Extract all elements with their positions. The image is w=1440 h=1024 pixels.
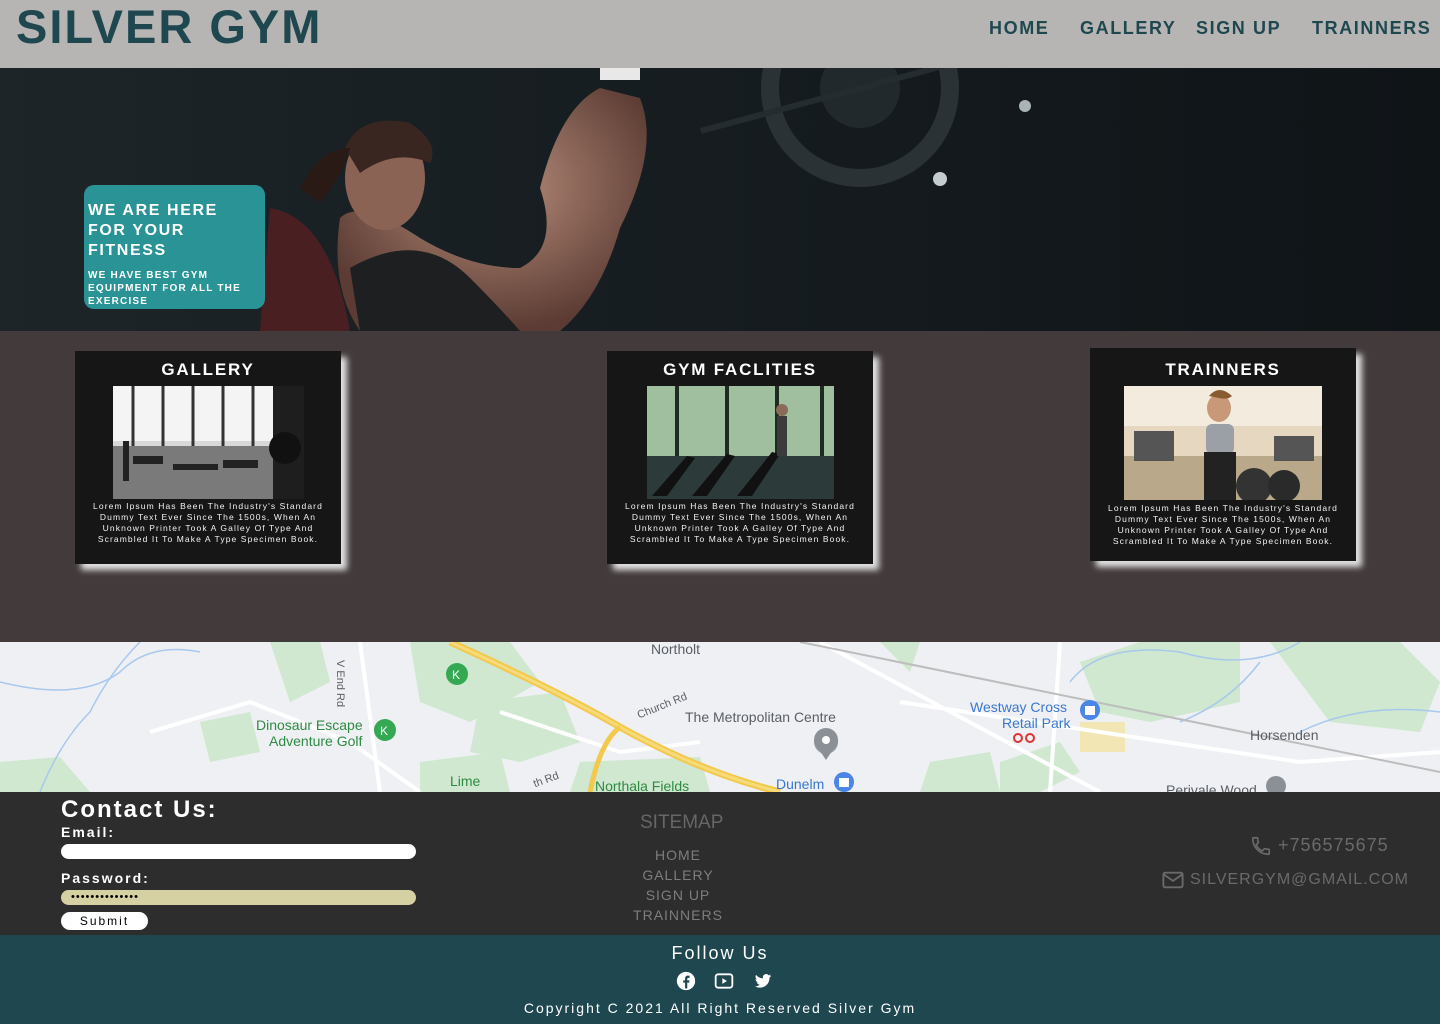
map-label-end-rd: V End Rd — [334, 660, 346, 708]
sitemap-link-home[interactable]: HOME — [578, 847, 778, 863]
svg-text:K: K — [380, 724, 388, 738]
features-section: GALLERY Lorem Ipsum Has Been The Industr… — [0, 331, 1440, 642]
phone-number: +756575675 — [1278, 835, 1389, 855]
nav-links: HOME GALLERY SIGN UP TRAINNERS — [0, 17, 1440, 41]
password-label: Password: — [61, 870, 150, 886]
map-label-horsenden: Horsenden — [1250, 727, 1319, 743]
hero-title: WE ARE HERE FOR YOUR FITNESS — [88, 202, 218, 259]
map-label-metropolitan: The Metropolitan Centre — [685, 709, 836, 725]
contact-footer: Contact Us: Email: Password: •••••••••••… — [0, 792, 1440, 935]
sitemap-link-gallery[interactable]: GALLERY — [578, 867, 778, 883]
map-label-lime: Lime — [450, 773, 481, 789]
email-info[interactable]: SILVERGYM@GMAIL.COM — [1162, 870, 1409, 890]
gallery-image — [112, 386, 304, 499]
hero-subtitle: WE HAVE BEST GYM EQUIPMENT FOR ALL THE E… — [88, 270, 241, 307]
map-label-northolt: Northolt — [651, 642, 701, 657]
youtube-icon[interactable] — [714, 971, 734, 991]
map-label-retail-park: Retail Park — [1002, 715, 1071, 731]
feature-card-trainners[interactable]: TRAINNERS Lorem Ipsum Has Been The Indus… — [1090, 348, 1356, 561]
svg-text:K: K — [452, 668, 460, 682]
feature-title: GYM FACLITIES — [663, 360, 817, 379]
feature-text: Lorem Ipsum Has Been The Industry's Stan… — [625, 501, 855, 544]
map-label-northala: Northala Fields — [595, 778, 690, 792]
map-pin-icon — [814, 728, 839, 760]
map-label-dunelm: Dunelm — [776, 776, 825, 792]
facebook-icon[interactable] — [676, 971, 696, 991]
hero-card: WE ARE HERE FOR YOUR FITNESS WE HAVE BES… — [84, 185, 265, 309]
top-navbar: SILVER GYM HOME GALLERY SIGN UP TRAINNER… — [0, 0, 1440, 68]
sitemap-link-trainners[interactable]: TRAINNERS — [578, 907, 778, 923]
sitemap-link-signup[interactable]: SIGN UP — [578, 887, 778, 903]
nav-gallery-link[interactable]: GALLERY — [1080, 17, 1177, 39]
copyright-text: Copyright C 2021 All Right Reserved Silv… — [523, 1000, 917, 1016]
sitemap-title: SITEMAP — [640, 812, 724, 833]
follow-section: Follow Us Copyright C 2021 All Right Res… — [0, 935, 1440, 1024]
map-label-westway: Westway Cross — [970, 699, 1067, 715]
feature-text: Lorem Ipsum Has Been The Industry's Stan… — [1108, 503, 1338, 546]
twitter-icon[interactable] — [753, 971, 773, 991]
nav-signup-link[interactable]: SIGN UP — [1196, 17, 1281, 39]
phone-info[interactable]: +756575675 — [1250, 835, 1389, 857]
feature-card-facilities[interactable]: GYM FACLITIES Lorem Ipsum Has Been The I… — [607, 351, 873, 564]
email-address: SILVERGYM@GMAIL.COM — [1190, 871, 1409, 889]
contact-title: Contact Us: — [61, 796, 218, 823]
submit-button[interactable]: Submit — [61, 912, 148, 930]
envelope-icon — [1162, 871, 1184, 889]
feature-title: GALLERY — [161, 360, 255, 379]
map-label-adventure: Adventure Golf — [269, 733, 363, 749]
social-links — [676, 971, 787, 991]
phone-icon — [1251, 837, 1271, 856]
trainners-image — [1124, 386, 1322, 500]
feature-title: TRAINNERS — [1165, 360, 1281, 379]
nav-home-link[interactable]: HOME — [989, 17, 1049, 39]
map-label-perivale: Perivale Wood — [1166, 782, 1257, 792]
feature-text: Lorem Ipsum Has Been The Industry's Stan… — [93, 501, 323, 544]
hero-banner: WE ARE HERE FOR YOUR FITNESS WE HAVE BES… — [0, 68, 1440, 331]
nav-trainners-link[interactable]: TRAINNERS — [1312, 17, 1431, 39]
feature-card-gallery[interactable]: GALLERY Lorem Ipsum Has Been The Industr… — [75, 351, 341, 564]
follow-title: Follow Us — [671, 943, 769, 963]
email-label: Email: — [61, 824, 116, 840]
map-label-dinosaur: Dinosaur Escape — [256, 717, 363, 733]
password-field[interactable]: •••••••••••••• — [61, 890, 416, 905]
location-map[interactable]: K K Northolt V End Rd Church Rd The Metr… — [0, 642, 1440, 792]
facilities-image — [646, 386, 834, 499]
email-field[interactable] — [61, 844, 416, 859]
